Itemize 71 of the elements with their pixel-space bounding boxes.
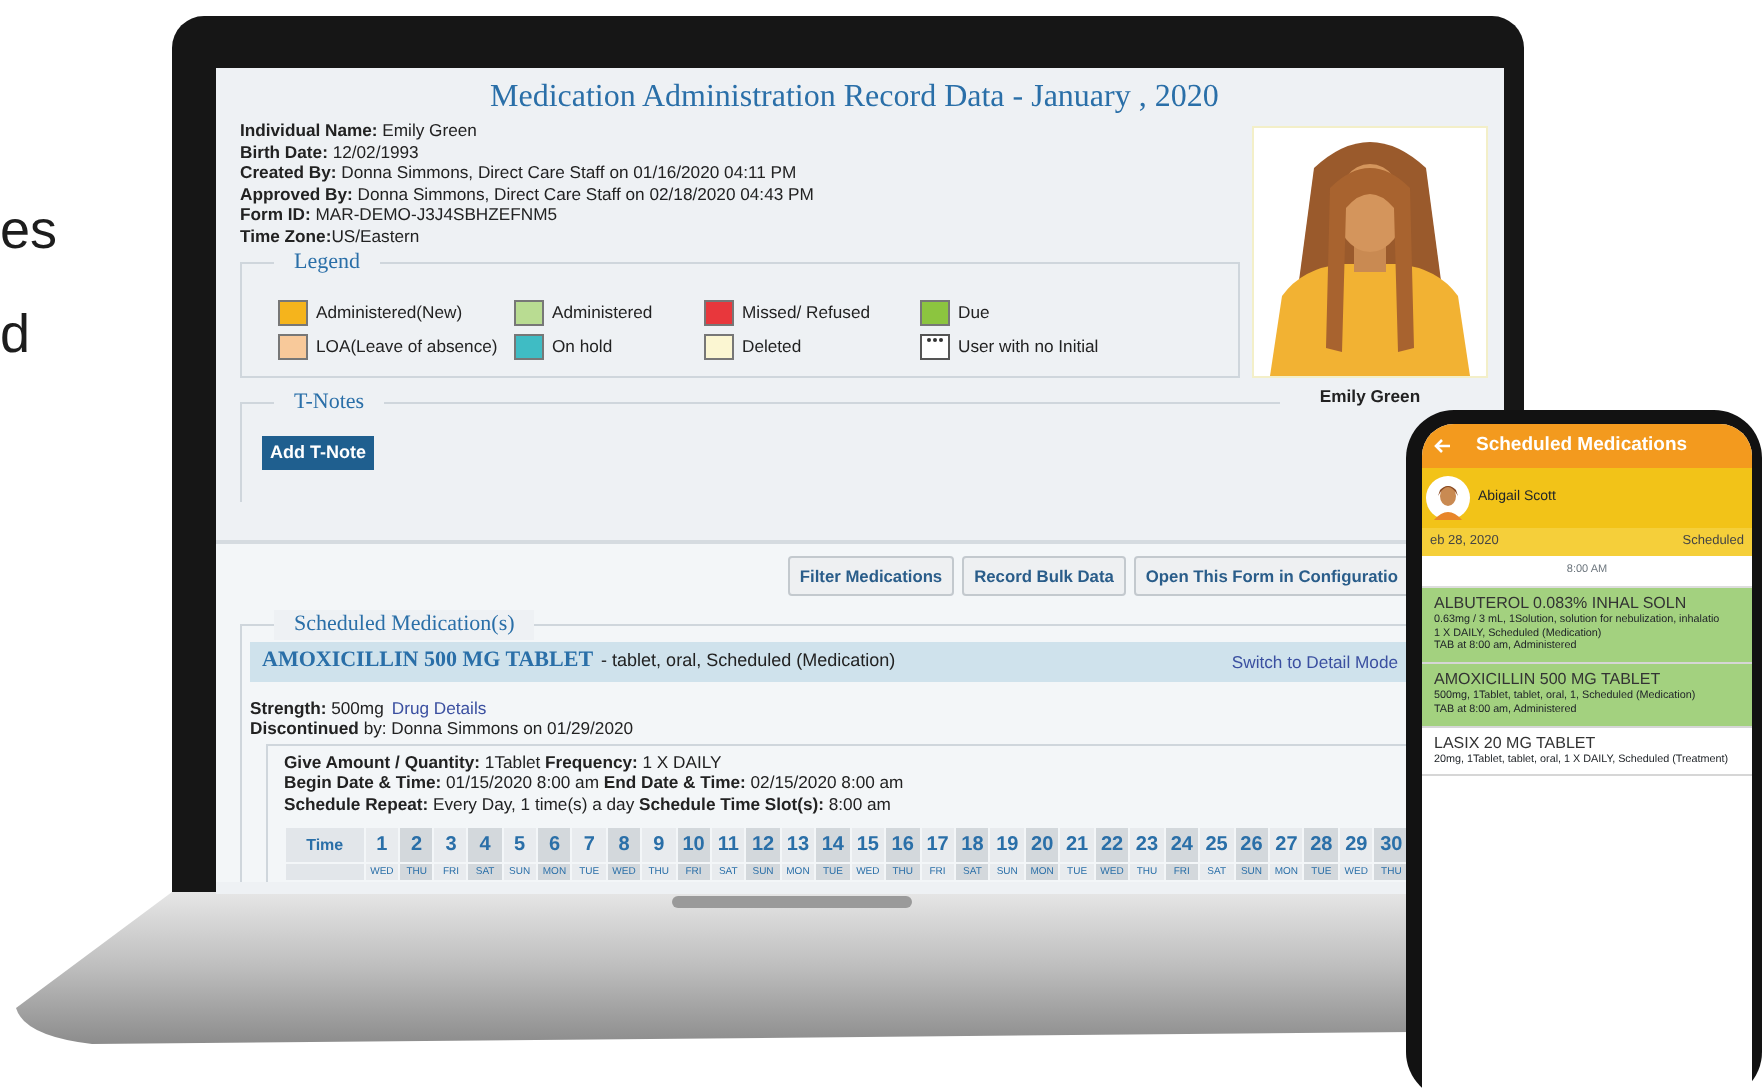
- item-name: ALBUTEROL 0.083% INHAL SOLN: [1434, 593, 1689, 614]
- info-line: Time Zone:US/Eastern: [240, 225, 422, 247]
- legend-label: Administered(New): [316, 302, 463, 324]
- day-header: 5: [503, 828, 536, 863]
- info-line: Created By: Donna Simmons, Direct Care Staff on 01/16/2020 04:11 PM: [240, 162, 799, 184]
- strength-text: Strength: 500mg: [250, 697, 384, 719]
- photo-caption: Emily Green: [1319, 386, 1421, 408]
- item-name: AMOXICILLIN 500 MG TABLET: [1434, 670, 1663, 690]
- day-header: 28: [1304, 828, 1338, 863]
- phone-title: Scheduled Medications: [1476, 434, 1688, 458]
- add-note-button[interactable]: Add T-Note: [262, 436, 374, 470]
- day-header: 26: [1235, 828, 1268, 863]
- heading-text: d: [0, 308, 31, 362]
- day-header: 7: [572, 828, 606, 863]
- medication-name: AMOXICILLIN 500 MG TABLET: [262, 648, 594, 676]
- day-header: 12: [746, 828, 780, 863]
- info-line: Individual Name: Emily Green: [240, 120, 479, 142]
- day-header: 24: [1165, 828, 1199, 863]
- day-header: 1: [365, 828, 399, 863]
- day-header: 25: [1200, 828, 1234, 863]
- back-arrow-icon[interactable]: [1434, 438, 1452, 454]
- action-button[interactable]: Record Bulk Data: [962, 556, 1126, 597]
- day-header: 22: [1095, 828, 1129, 863]
- detail-line: Give Amount / Quantity: 1Tablet Frequency: 1 X DAILY: [284, 751, 724, 773]
- action-button[interactable]: Open This Form in Configuratio: [1133, 556, 1410, 597]
- legend-label: Missed/ Refused: [742, 302, 871, 324]
- day-header: 29: [1339, 828, 1373, 863]
- day-header: 9: [642, 828, 676, 863]
- day-header: 18: [956, 828, 989, 863]
- legend-label: Administered: [552, 302, 653, 324]
- discontinued-text: Discontinued by: Donna Simmons on 01/29/2020: [250, 718, 636, 740]
- day-header: 3: [434, 828, 467, 863]
- day-header: 8: [607, 828, 641, 863]
- heading-text: es: [0, 204, 58, 258]
- drug-details-link[interactable]: Drug Details: [391, 697, 487, 719]
- item-name: LASIX 20 MG TABLET: [1434, 733, 1598, 754]
- day-header: 6: [537, 828, 571, 863]
- detail-line: Schedule Repeat: Every Day, 1 time(s) a day Schedule Time Slot(s): 8:00 am: [284, 793, 893, 815]
- day-header: 4: [468, 828, 502, 863]
- day-header: 19: [990, 828, 1024, 863]
- day-header: 30: [1374, 828, 1408, 863]
- action-button[interactable]: Filter Medications: [787, 556, 955, 597]
- medication-description: - tablet, oral, Scheduled (Medication): [601, 650, 898, 673]
- day-header: 23: [1130, 828, 1164, 863]
- detail-line: Begin Date & Time: 01/15/2020 8:00 am End Date & Time: 02/15/2020 8:00 am: [284, 772, 906, 794]
- day-header: 27: [1269, 828, 1303, 863]
- section-title: Scheduled Medication(s): [274, 610, 535, 640]
- info-line: Approved By: Donna Simmons, Direct Care Staff on 02/18/2020 04:43 PM: [240, 183, 816, 205]
- day-header: 16: [886, 828, 920, 863]
- legend-label: Due: [958, 302, 990, 324]
- day-header: 17: [921, 828, 954, 863]
- legend-label: LOA(Leave of absence): [316, 336, 498, 358]
- legend-title: Legend: [274, 248, 380, 277]
- legend-label: User with no Initial: [958, 336, 1099, 358]
- time-header: Time: [286, 828, 364, 863]
- record-title: Medication Administration Record Data - January , 2020: [490, 78, 1221, 117]
- day-header: 2: [400, 828, 433, 863]
- dotted-box-icon: [920, 334, 950, 361]
- info-line: Form ID: MAR-DEMO-J3J4SBHZEFNM5: [240, 204, 560, 226]
- day-header: 15: [851, 828, 885, 863]
- day-header: 20: [1025, 828, 1059, 863]
- legend-label: Deleted: [742, 336, 802, 358]
- day-header: 13: [781, 828, 815, 863]
- day-header: 11: [711, 828, 745, 863]
- detail-mode-link[interactable]: Switch to Detail Mode: [1231, 651, 1398, 673]
- info-line: Birth Date: 12/02/1993: [240, 141, 421, 163]
- day-header: 21: [1060, 828, 1094, 863]
- avatar-icon: [1426, 476, 1470, 520]
- day-header: 10: [677, 828, 710, 863]
- legend-label: On hold: [552, 336, 613, 358]
- day-header: 14: [816, 828, 850, 863]
